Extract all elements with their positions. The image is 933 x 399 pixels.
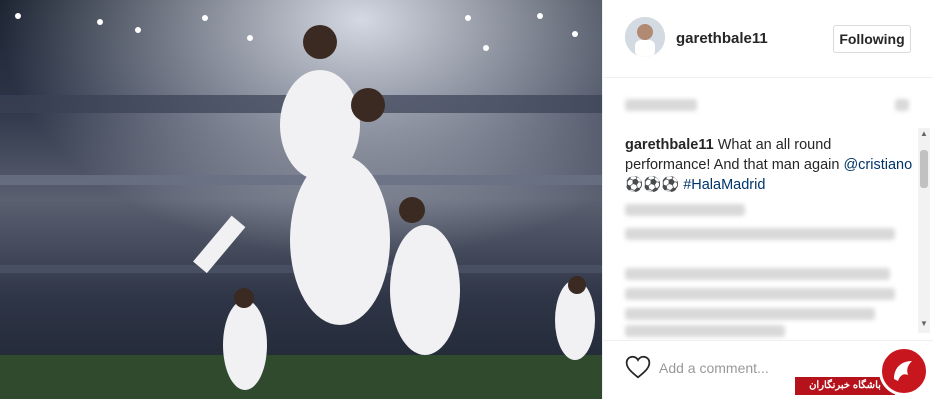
blurred-timestamp [625, 99, 697, 111]
watermark-logo-icon [879, 346, 929, 396]
following-button[interactable]: Following [833, 25, 911, 53]
avatar-image [625, 17, 665, 57]
blurred-comment [625, 204, 745, 216]
heart-icon[interactable] [625, 355, 651, 379]
blurred-comment [625, 325, 785, 337]
blurred-comment [625, 228, 895, 240]
blurred-comment [625, 288, 895, 300]
post-caption: garethbale11 What an all round performan… [625, 135, 915, 195]
scroll-up-arrow-icon[interactable]: ▲ [918, 128, 930, 140]
post-photo[interactable] [0, 0, 602, 399]
watermark: باشگاه خبرنگاران [795, 340, 933, 399]
post-header: garethbale11 Following [603, 0, 933, 78]
caption-hashtag[interactable]: #HalaMadrid [683, 177, 765, 193]
caption-mention[interactable]: @cristiano [843, 157, 912, 173]
scroll-down-arrow-icon[interactable]: ▼ [918, 318, 930, 330]
blurred-count [895, 99, 909, 111]
post-photo-art [0, 0, 602, 399]
caption-username[interactable]: garethbale11 [625, 137, 714, 153]
avatar[interactable] [625, 17, 665, 57]
scroll-thumb[interactable] [920, 150, 928, 188]
post-username[interactable]: garethbale11 [676, 30, 768, 47]
comments-scrollbar[interactable]: ▲ ▼ [918, 128, 930, 333]
blurred-comment [625, 268, 890, 280]
caption-emoji: ⚽⚽⚽ [625, 177, 684, 193]
watermark-logo-art [894, 361, 912, 381]
blurred-comment [625, 308, 875, 320]
